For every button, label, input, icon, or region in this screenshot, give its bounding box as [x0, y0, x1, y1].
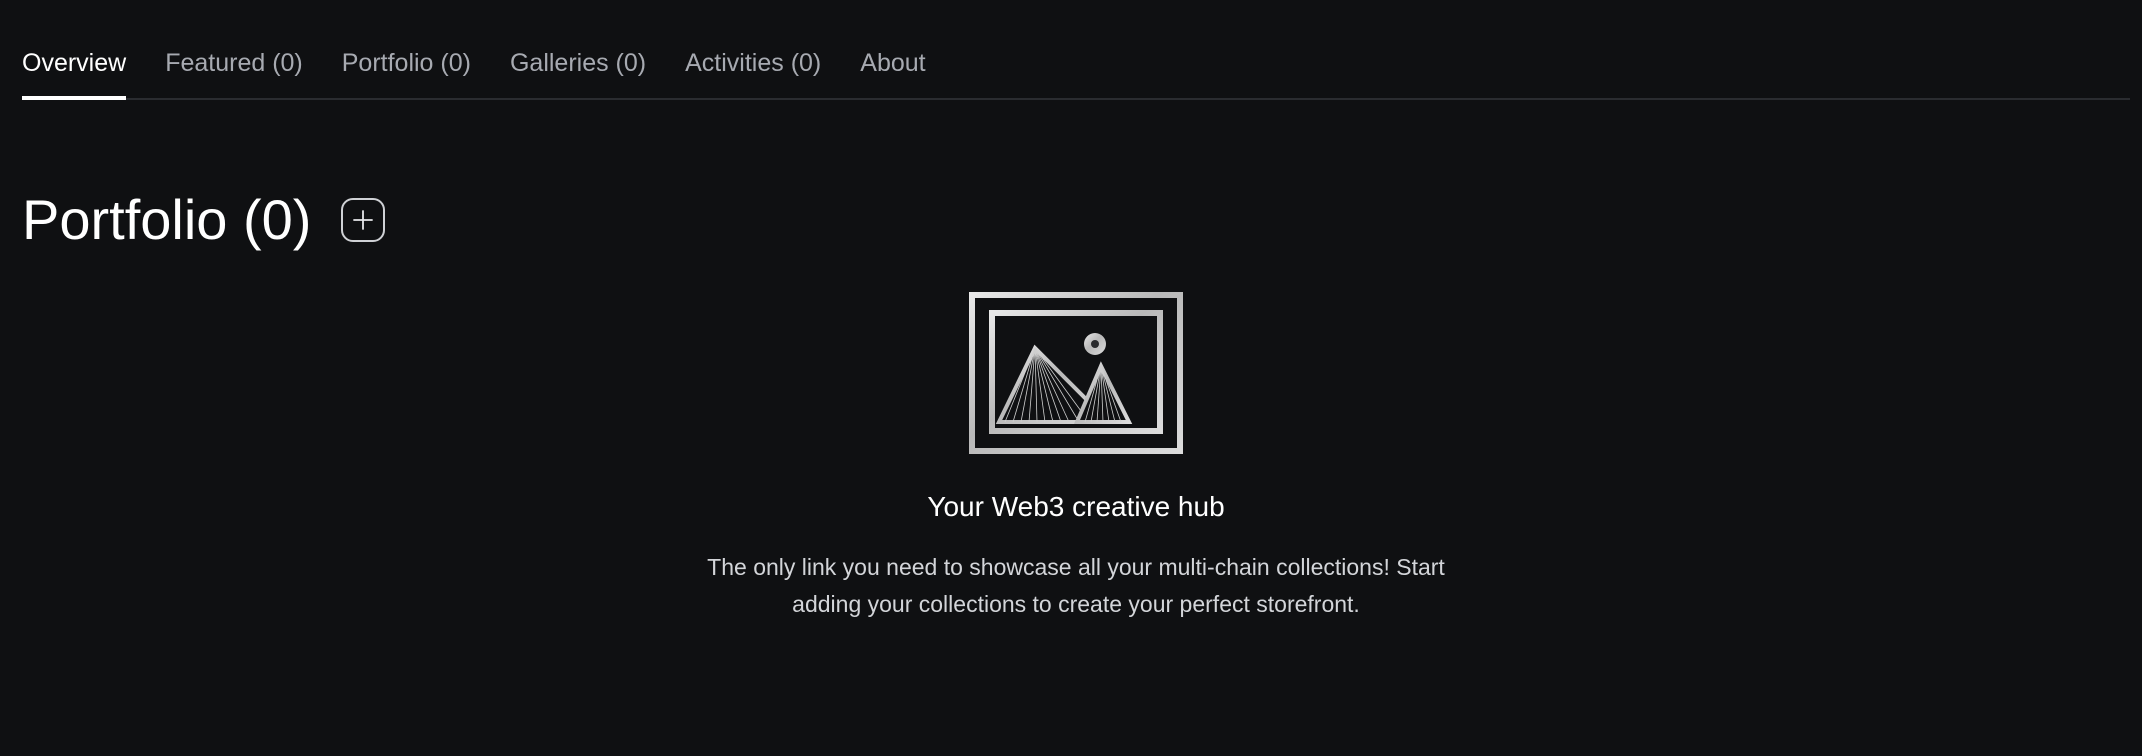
tab-portfolio[interactable]: Portfolio (0) [342, 38, 471, 98]
tab-galleries[interactable]: Galleries (0) [510, 38, 646, 98]
tab-featured[interactable]: Featured (0) [165, 38, 303, 98]
empty-state-heading: Your Web3 creative hub [927, 491, 1225, 522]
tab-overview[interactable]: Overview [22, 38, 127, 100]
profile-page: Overview Featured (0) Portfolio (0) Gall… [0, 0, 2142, 756]
portfolio-header: Portfolio (0) [22, 180, 386, 260]
tab-activities[interactable]: Activities (0) [685, 38, 821, 98]
profile-tabs: Overview Featured (0) Portfolio (0) Gall… [22, 38, 2130, 100]
plus-icon [353, 210, 374, 230]
empty-state-description: The only link you need to showcase all y… [707, 554, 1445, 617]
tab-about[interactable]: About [860, 38, 925, 98]
add-collection-button[interactable] [341, 198, 386, 242]
empty-state: Your Web3 creative hub The only link you… [0, 292, 2142, 623]
image-placeholder-icon [969, 292, 1183, 454]
section-title: Portfolio (0) [22, 188, 312, 251]
